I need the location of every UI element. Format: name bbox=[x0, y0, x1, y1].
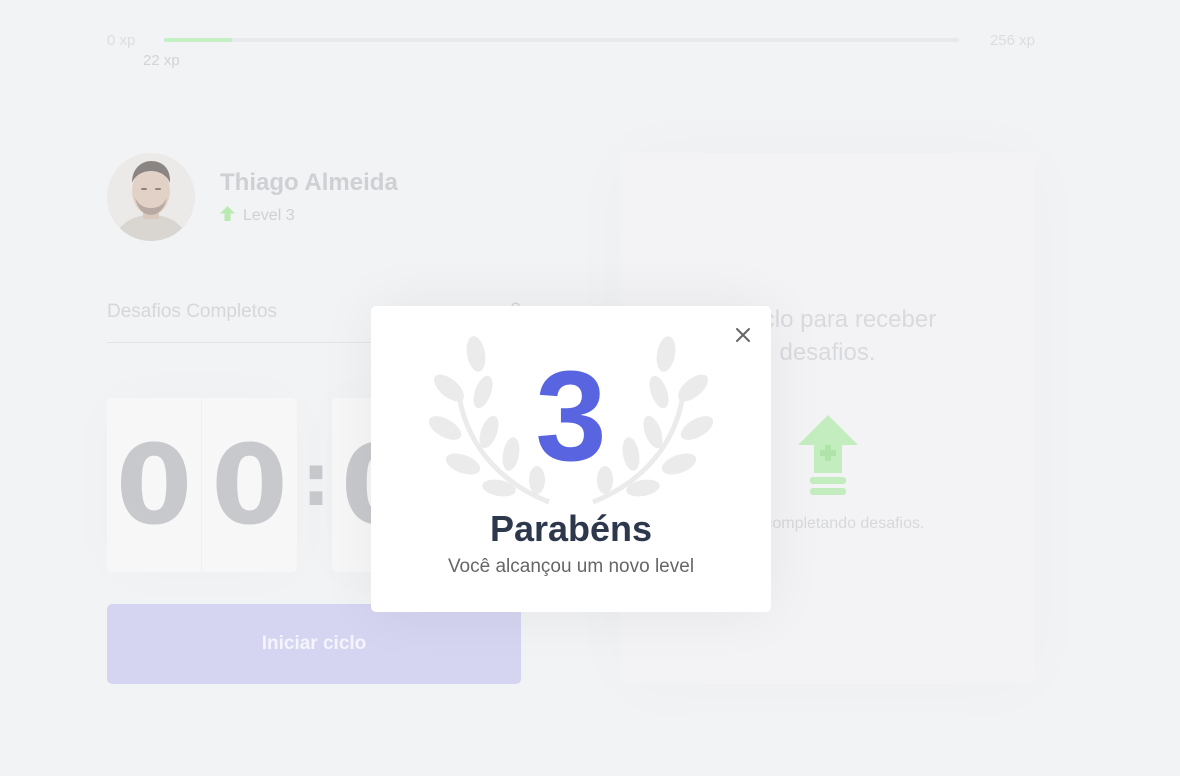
level-up-icon bbox=[798, 415, 858, 502]
xp-track bbox=[164, 38, 959, 42]
xp-current-label: 22 xp bbox=[143, 52, 180, 69]
new-level-number: 3 bbox=[535, 345, 607, 488]
minute-digit-left: 0 bbox=[107, 398, 202, 572]
avatar bbox=[107, 153, 195, 241]
xp-progress-fill bbox=[164, 38, 233, 42]
level-up-modal: 3 Parabéns Você alcançou um novo level bbox=[371, 306, 771, 612]
profile-name: Thiago Almeida bbox=[220, 169, 398, 196]
completed-challenges-label: Desafios Completos bbox=[107, 301, 278, 322]
level-up-icon bbox=[220, 206, 235, 226]
xp-max-label: 256 xp bbox=[989, 32, 1035, 49]
minute-digit-right: 0 bbox=[211, 421, 288, 549]
close-icon bbox=[731, 328, 755, 350]
profile-level: Level 3 bbox=[220, 206, 295, 226]
modal-title: Parabéns bbox=[489, 508, 653, 549]
modal-subtitle: Você alcançou um novo level bbox=[447, 556, 695, 577]
minutes-display: 0 0 bbox=[107, 398, 297, 572]
profile: Thiago Almeida Level 3 bbox=[107, 153, 527, 243]
close-button[interactable] bbox=[731, 323, 755, 347]
experience-bar: 0 xp 22 xp 256 xp bbox=[107, 28, 1035, 78]
profile-level-label: Level 3 bbox=[243, 207, 295, 224]
start-cycle-button[interactable]: Iniciar ciclo bbox=[107, 604, 521, 684]
countdown-separator: : bbox=[301, 438, 331, 522]
xp-min-label: 0 xp bbox=[107, 32, 136, 49]
